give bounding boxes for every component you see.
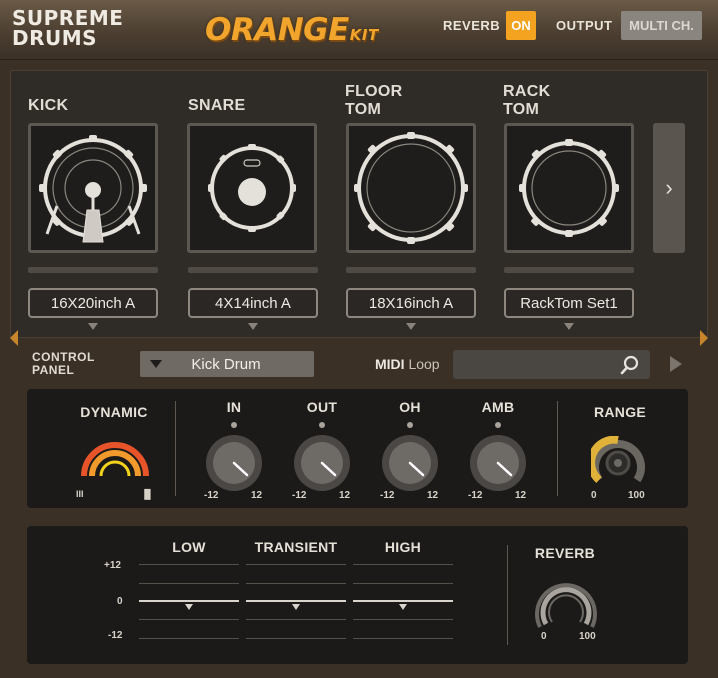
brand-title: SUPREME DRUMS: [12, 8, 123, 48]
snare-preset-arrow-icon[interactable]: [248, 323, 258, 330]
chevron-right-icon: ›: [665, 175, 673, 200]
output-multi-channel-button[interactable]: MULTI CH.: [621, 11, 702, 40]
drum-label-rack-tom: RACK TOM: [503, 83, 551, 118]
floor-tom-preset-select[interactable]: 18X16inch A: [346, 288, 476, 318]
in-max-label: 12: [251, 490, 263, 501]
out-knob-title: OUT: [306, 399, 338, 415]
divider: [507, 545, 508, 645]
range-max-label: 100: [628, 490, 645, 501]
control-panel-drum-select[interactable]: Kick Drum: [140, 351, 314, 377]
eq-band-high-title: HIGH: [384, 539, 422, 555]
kick-volume-slider[interactable]: [28, 267, 158, 273]
snare-drum-pad[interactable]: [187, 123, 317, 253]
in-led: [231, 422, 237, 428]
amb-knob[interactable]: [468, 433, 528, 493]
floor-tom-icon: [354, 132, 468, 244]
kick-preset-select[interactable]: 16X20inch A: [28, 288, 158, 318]
rack-tom-preset-select[interactable]: RackTom Set1: [504, 288, 634, 318]
reverb-knob[interactable]: [533, 572, 599, 632]
range-min-label: 0: [591, 490, 597, 501]
rack-tom-icon: [519, 139, 619, 237]
divider: [175, 401, 176, 496]
eq-scale-top: +12: [104, 560, 121, 571]
in-knob-title: IN: [226, 399, 242, 415]
logo-sub: KIT: [349, 26, 379, 44]
reverb-knob-title: REVERB: [534, 545, 596, 561]
eq-band-transient-title: TRANSIENT: [254, 539, 338, 555]
dynamic-title: DYNAMIC: [80, 404, 148, 420]
snare-drum-icon: [208, 144, 296, 232]
left-notch-icon: [10, 330, 18, 346]
eq-high-handle-icon[interactable]: [399, 604, 407, 610]
amb-min-label: -12: [468, 490, 483, 501]
dynamic-max-icon: ▐▌: [141, 489, 154, 499]
selected-drum-value: Kick Drum: [191, 355, 261, 373]
midi-loop-search-field[interactable]: [453, 350, 650, 379]
amb-led: [495, 422, 501, 428]
drum-label-kick: KICK: [28, 97, 69, 114]
amb-knob-title: AMB: [481, 399, 515, 415]
floor-tom-preset-arrow-icon[interactable]: [406, 323, 416, 330]
orange-kit-logo: ORANGEKIT: [205, 12, 379, 48]
eq-transient-handle-icon[interactable]: [292, 604, 300, 610]
eq-scale-mid: 0: [117, 596, 123, 607]
eq-low-handle-icon[interactable]: [185, 604, 193, 610]
midi-loop-label: MIDI Loop: [375, 356, 440, 372]
reverb-on-button[interactable]: ON: [506, 11, 536, 40]
control-panel-title: CONTROL PANEL: [32, 350, 95, 377]
out-min-label: -12: [292, 490, 307, 501]
oh-min-label: -12: [380, 490, 395, 501]
snare-preset-select[interactable]: 4X14inch A: [188, 288, 318, 318]
oh-knob[interactable]: [380, 433, 440, 493]
rack-tom-volume-slider[interactable]: [504, 267, 634, 273]
out-knob[interactable]: [292, 433, 352, 493]
out-max-label: 12: [339, 490, 351, 501]
range-title: RANGE: [593, 404, 647, 420]
output-label: OUTPUT: [556, 18, 613, 33]
in-knob[interactable]: [204, 433, 264, 493]
amb-max-label: 12: [515, 490, 527, 501]
reverb-min-label: 0: [541, 631, 547, 642]
reverb-max-label: 100: [579, 631, 596, 642]
dynamic-min-icon: III: [76, 489, 84, 499]
drum-label-floor-tom: FLOOR TOM: [345, 83, 403, 118]
eq-band-low-title: LOW: [172, 539, 206, 555]
reverb-label: REVERB: [443, 18, 501, 33]
floor-tom-pad[interactable]: [346, 123, 476, 253]
oh-max-label: 12: [427, 490, 439, 501]
play-icon[interactable]: [670, 356, 682, 372]
eq-scale-bottom: -12: [108, 630, 123, 641]
out-led: [319, 422, 325, 428]
kick-drum-icon: [39, 135, 147, 243]
oh-led: [407, 422, 413, 428]
kick-preset-arrow-icon[interactable]: [88, 323, 98, 330]
drum-label-snare: SNARE: [188, 97, 246, 114]
brand-line-2: DRUMS: [12, 26, 98, 50]
search-icon[interactable]: [620, 355, 640, 375]
kick-drum-pad[interactable]: [28, 123, 158, 253]
rack-tom-preset-arrow-icon[interactable]: [564, 323, 574, 330]
brand-line-1: SUPREME: [12, 6, 124, 30]
dropdown-caret-icon: [150, 360, 162, 368]
next-drums-button[interactable]: ›: [653, 123, 685, 253]
logo-main: ORANGE: [205, 12, 349, 48]
in-min-label: -12: [204, 490, 219, 501]
oh-knob-title: OH: [399, 399, 421, 415]
rack-tom-pad[interactable]: [504, 123, 634, 253]
floor-tom-volume-slider[interactable]: [346, 267, 476, 273]
range-knob[interactable]: [591, 436, 645, 490]
snare-volume-slider[interactable]: [188, 267, 318, 273]
dynamic-meter[interactable]: [80, 428, 150, 478]
right-notch-icon: [700, 330, 708, 346]
divider: [557, 401, 558, 496]
header-bar: SUPREME DRUMS ORANGEKIT REVERB ON OUTPUT…: [0, 0, 718, 60]
